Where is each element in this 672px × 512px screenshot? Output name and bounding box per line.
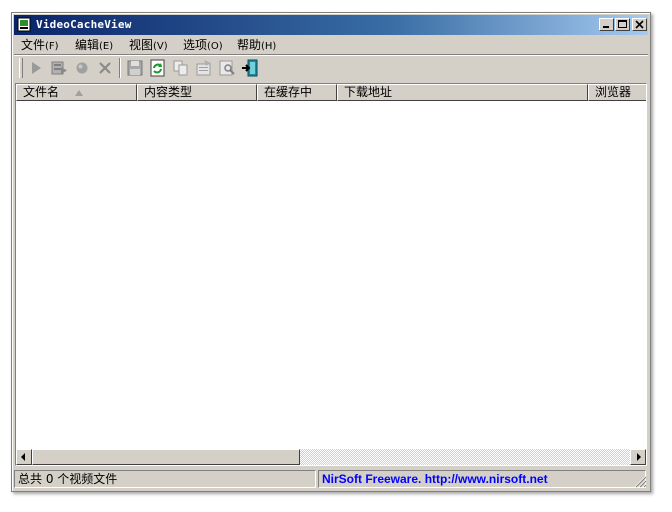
status-credit[interactable]: NirSoft Freeware. http://www.nirsoft.net [318, 470, 646, 488]
scroll-left-button[interactable] [16, 449, 32, 465]
exit-icon [242, 59, 258, 77]
column-header-download-url[interactable]: 下载地址 [337, 84, 588, 101]
column-header-browser[interactable]: 浏览器 [588, 84, 646, 101]
menu-bar: 文件(F) 编辑(E) 视图(V) 选项(O) 帮助(H) [14, 36, 648, 54]
exit-button[interactable] [240, 58, 260, 78]
status-count: 总共 0 个视频文件 [14, 470, 316, 488]
play-with-icon [51, 61, 67, 75]
minimize-button[interactable] [599, 18, 614, 31]
window-title: VideoCacheView [36, 18, 132, 31]
toolbar-grip[interactable] [19, 58, 23, 78]
menu-view[interactable]: 视图(V) [129, 37, 168, 53]
column-header-filename[interactable]: 文件名 [16, 84, 137, 101]
nirsoft-link[interactable]: NirSoft Freeware. http://www.nirsoft.net [322, 472, 548, 486]
column-header-content-type[interactable]: 内容类型 [137, 84, 257, 101]
close-icon [635, 20, 644, 29]
minimize-icon [603, 26, 609, 28]
title-bar[interactable]: VideoCacheView [14, 15, 648, 35]
menu-options[interactable]: 选项(O) [183, 37, 223, 53]
play-button[interactable] [26, 58, 46, 78]
toolbar [14, 55, 648, 81]
record-button[interactable] [72, 58, 92, 78]
menu-help[interactable]: 帮助(H) [237, 37, 276, 53]
list-header: 文件名 内容类型 在缓存中 下载地址 浏览器 [16, 84, 646, 101]
main-window: VideoCacheView 文件(F) 编辑(E) 视图(V) 选项(O) 帮… [11, 12, 651, 492]
arrow-right-icon [637, 453, 641, 461]
play-with-button[interactable] [49, 58, 69, 78]
column-header-in-cache[interactable]: 在缓存中 [257, 84, 337, 101]
find-icon [219, 60, 235, 76]
maximize-icon [618, 20, 627, 28]
play-icon [32, 62, 41, 74]
scroll-track[interactable] [300, 449, 630, 465]
maximize-button[interactable] [615, 18, 630, 31]
app-icon[interactable] [17, 17, 31, 32]
properties-icon [196, 60, 211, 76]
find-button[interactable] [217, 58, 237, 78]
save-icon [127, 60, 143, 76]
menu-edit[interactable]: 编辑(E) [75, 37, 113, 53]
refresh-button[interactable] [148, 58, 168, 78]
arrow-left-icon [21, 453, 25, 461]
horizontal-scrollbar[interactable] [16, 449, 646, 465]
close-button[interactable] [632, 18, 647, 31]
properties-button[interactable] [194, 58, 214, 78]
copy-button[interactable] [171, 58, 191, 78]
delete-button[interactable] [95, 58, 115, 78]
delete-icon [99, 62, 111, 74]
status-bar: 总共 0 个视频文件 NirSoft Freeware. http://www.… [14, 469, 648, 489]
video-list[interactable]: 文件名 内容类型 在缓存中 下载地址 浏览器 [15, 83, 647, 466]
copy-icon [173, 60, 188, 76]
menu-file[interactable]: 文件(F) [21, 37, 59, 53]
scroll-right-button[interactable] [630, 449, 646, 465]
record-icon [76, 62, 88, 74]
resize-grip-icon[interactable] [633, 474, 647, 488]
toolbar-separator [119, 58, 121, 78]
scroll-thumb[interactable] [32, 449, 300, 465]
sort-ascending-icon [75, 90, 83, 96]
save-button[interactable] [125, 58, 145, 78]
refresh-icon [150, 59, 165, 77]
